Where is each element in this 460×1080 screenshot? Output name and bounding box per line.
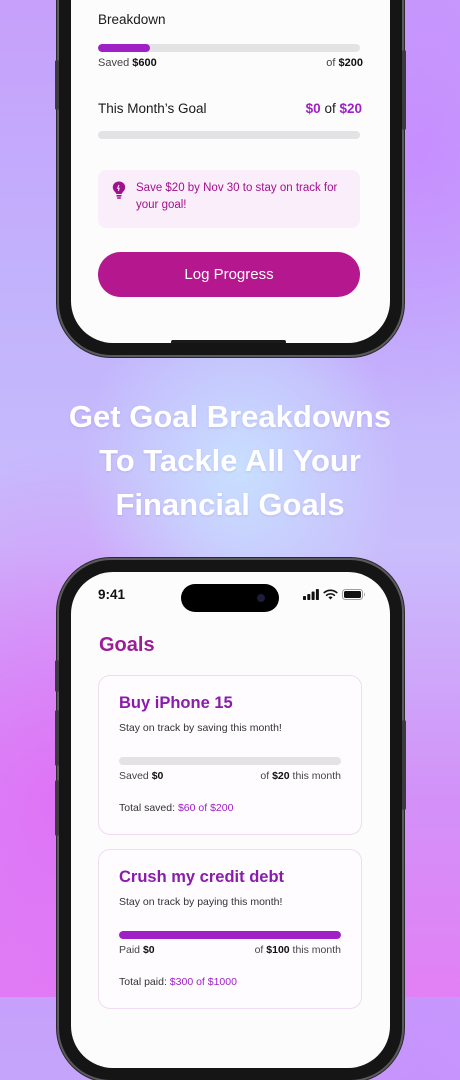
power-button bbox=[402, 720, 406, 810]
month-goal-amount: $0 of $20 bbox=[306, 101, 362, 116]
goal-monthly-target: of $20 this month bbox=[260, 770, 341, 782]
goal-progress-bar bbox=[119, 931, 341, 939]
goal-total-value: $300 of $1000 bbox=[169, 976, 237, 988]
goal-period-label: this month bbox=[292, 770, 341, 782]
goal-subtitle: Stay on track by saving this month! bbox=[119, 722, 282, 734]
power-button bbox=[402, 50, 406, 130]
log-progress-button[interactable]: Log Progress bbox=[98, 252, 360, 297]
goal-saved-amount: $0 bbox=[151, 770, 164, 782]
saved-label: Saved bbox=[98, 57, 130, 69]
goal-saved: Saved $0 bbox=[119, 770, 163, 782]
goal-total: Total paid: $300 of $1000 bbox=[119, 976, 237, 988]
saved-summary: Saved $600 bbox=[98, 57, 157, 69]
month-target: $20 bbox=[339, 101, 362, 116]
mute-switch bbox=[55, 660, 59, 692]
goal-paid: Paid $0 bbox=[119, 944, 155, 956]
month-progress-bar bbox=[98, 131, 360, 139]
page-title: Goals bbox=[99, 634, 155, 656]
goal-total-value: $60 of $200 bbox=[177, 802, 234, 814]
goal-name: Crush my credit debt bbox=[119, 868, 285, 886]
tip-text: Save $20 by Nov 30 to stay on track for … bbox=[136, 182, 338, 211]
goal-card[interactable]: Buy iPhone 15 Stay on track by saving th… bbox=[98, 675, 362, 835]
saved-amount: $600 bbox=[132, 57, 157, 69]
status-time: 9:41 bbox=[98, 587, 126, 602]
breakdown-label: Breakdown bbox=[98, 12, 166, 27]
goal-subtitle: Stay on track by paying this month! bbox=[119, 896, 283, 908]
month-goal-label: This Month’s Goal bbox=[98, 101, 207, 116]
month-current: $0 bbox=[305, 101, 321, 116]
wifi-icon bbox=[323, 589, 338, 600]
goal-paid-amount: $0 bbox=[142, 944, 155, 956]
total-summary: of $200 bbox=[326, 57, 363, 69]
headline-line-2: To Tackle All Your bbox=[99, 443, 361, 478]
goal-paid-label: Paid bbox=[119, 944, 141, 956]
savings-tip: Save $20 by Nov 30 to stay on track for … bbox=[98, 170, 360, 228]
lightbulb-icon bbox=[112, 181, 126, 199]
month-of: of bbox=[324, 101, 336, 116]
volume-button bbox=[55, 60, 59, 110]
goal-progress-bar bbox=[119, 757, 341, 765]
top-phone-mockup: Breakdown Saved $600 of $200 This Month’… bbox=[55, 0, 406, 355]
breakdown-progress-fill bbox=[98, 44, 151, 52]
dynamic-island bbox=[181, 584, 279, 612]
volume-up-button bbox=[55, 710, 59, 766]
goal-target-amount: $20 bbox=[272, 770, 290, 782]
goal-name: Buy iPhone 15 bbox=[119, 694, 233, 712]
goal-of-label: of bbox=[254, 944, 264, 956]
goal-total-label: Total paid: bbox=[119, 976, 167, 988]
promo-headline: Get Goal Breakdowns To Tackle All Your F… bbox=[0, 395, 460, 527]
goal-target-amount: $100 bbox=[266, 944, 290, 956]
goal-card[interactable]: Crush my credit debt Stay on track by pa… bbox=[98, 849, 362, 1009]
bottom-phone-mockup: 9:41 Goals Buy iPhone 15 Stay on track b… bbox=[55, 560, 406, 1080]
goal-monthly-target: of $100 this month bbox=[255, 944, 341, 956]
goal-total: Total saved: $60 of $200 bbox=[119, 802, 233, 814]
volume-down-button bbox=[55, 780, 59, 836]
total-amount: $200 bbox=[338, 57, 363, 69]
headline-line-3: Financial Goals bbox=[115, 487, 345, 522]
goal-of-label: of bbox=[260, 770, 270, 782]
signal-icon bbox=[303, 589, 319, 600]
goal-period-label: this month bbox=[292, 944, 341, 956]
camera-icon bbox=[257, 594, 265, 602]
of-label: of bbox=[326, 57, 336, 69]
goal-progress-fill bbox=[119, 931, 341, 939]
goal-total-label: Total saved: bbox=[119, 802, 176, 814]
status-icons bbox=[303, 589, 366, 600]
bottom-phone-screen: 9:41 Goals Buy iPhone 15 Stay on track b… bbox=[71, 572, 390, 1068]
headline-line-1: Get Goal Breakdowns bbox=[68, 399, 392, 434]
home-indicator[interactable] bbox=[171, 340, 286, 343]
battery-icon bbox=[342, 589, 365, 600]
top-phone-screen: Breakdown Saved $600 of $200 This Month’… bbox=[71, 0, 390, 343]
goal-saved-label: Saved bbox=[119, 770, 149, 782]
breakdown-progress-bar bbox=[98, 44, 360, 52]
